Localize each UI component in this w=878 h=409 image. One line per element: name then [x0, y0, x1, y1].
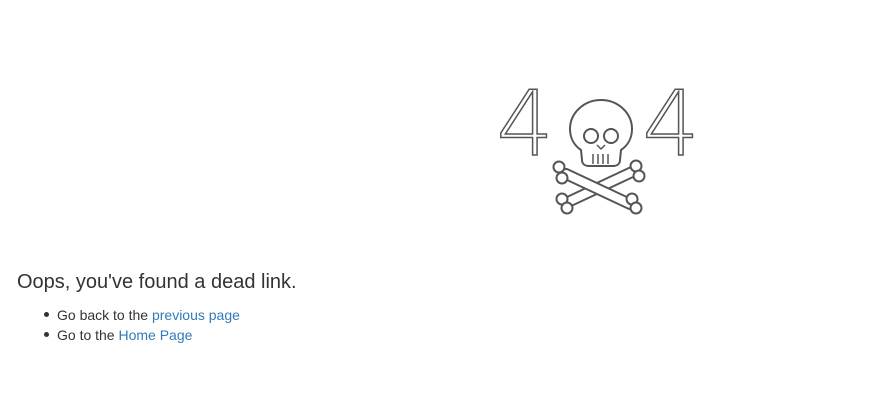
list-item-previous-page: Go back to the previous page [44, 305, 240, 325]
error-page: 4 4 Oops, you've found a dead link. Go b… [0, 0, 878, 409]
error-404-graphic: 4 4 [498, 84, 700, 215]
error-digit-left: 4 [498, 84, 554, 177]
recovery-options-list: Go back to the previous page Go to the H… [44, 305, 240, 345]
list-item-home-page: Go to the Home Page [44, 325, 240, 345]
home-page-link[interactable]: Home Page [118, 327, 192, 343]
option-prefix-text: Go to the [57, 327, 115, 343]
option-prefix-text: Go back to the [57, 307, 149, 323]
error-404-illustration: 4 4 [498, 84, 702, 224]
skull-crossbones-icon [552, 99, 646, 215]
bullet-icon [44, 332, 49, 337]
bullet-icon [44, 312, 49, 317]
error-message: Oops, you've found a dead link. [17, 271, 297, 293]
error-digit-right: 4 [642, 84, 699, 177]
previous-page-link[interactable]: previous page [152, 307, 240, 323]
